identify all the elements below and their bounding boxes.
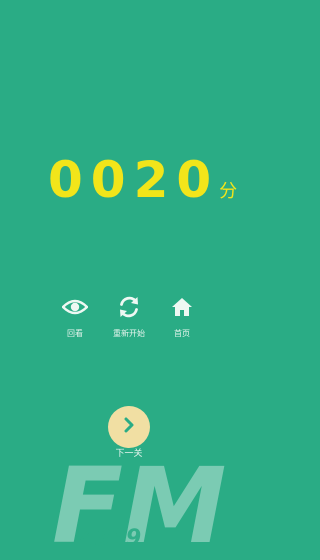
game-over-screen: 0020 分 回看 重新开始 首页 FM 4399 下一关 — [0, 0, 258, 560]
svg-text:4399: 4399 — [79, 526, 141, 551]
home-label: 首页 — [174, 329, 190, 338]
restart-button[interactable]: 重新开始 — [99, 294, 159, 339]
eye-icon — [62, 294, 88, 320]
home-icon — [169, 294, 195, 320]
review-button[interactable]: 回看 — [45, 294, 105, 339]
score-display: 0020 分 — [48, 152, 237, 208]
score-value: 0020 — [48, 151, 220, 209]
restart-label: 重新开始 — [113, 329, 145, 338]
home-button[interactable]: 首页 — [152, 294, 212, 339]
next-level-button[interactable] — [108, 406, 150, 448]
next-level-label: 下一关 — [115, 449, 143, 459]
refresh-icon — [116, 294, 142, 320]
review-label: 回看 — [67, 329, 83, 338]
score-unit: 分 — [219, 181, 238, 202]
chevron-right-icon — [120, 416, 138, 438]
